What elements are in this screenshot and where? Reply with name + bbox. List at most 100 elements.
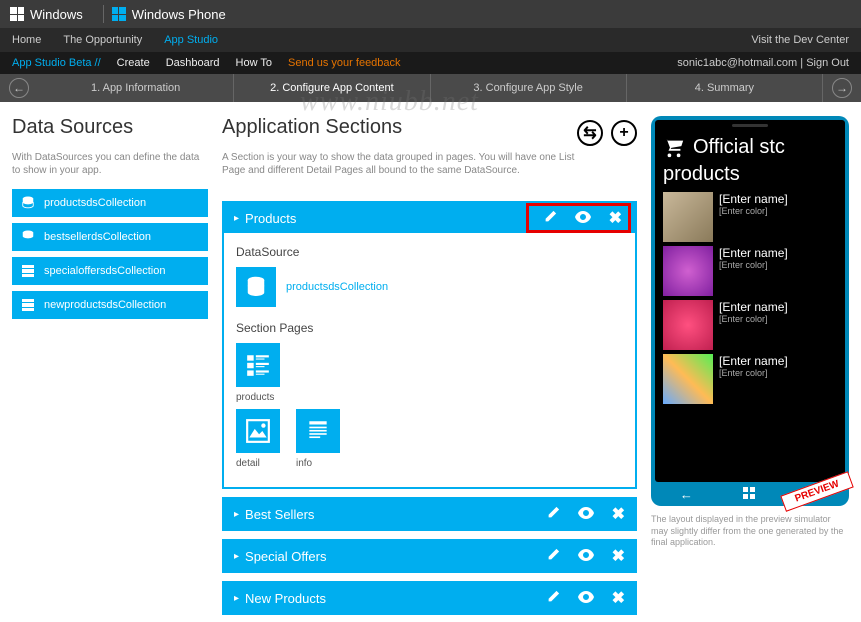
delete-button[interactable]: ✖ xyxy=(612,588,625,608)
section-pages-label: Section Pages xyxy=(236,321,623,335)
list-icon xyxy=(20,263,36,279)
chevron-right-icon: ▸ xyxy=(234,509,239,520)
nav-feedback[interactable]: Send us your feedback xyxy=(288,57,401,69)
step-3[interactable]: 3. Configure App Style xyxy=(431,74,627,102)
wizard-steps: ← 1. App Information 2. Configure App Co… xyxy=(0,74,861,102)
database-icon xyxy=(20,229,36,245)
windows-phone-logo-icon xyxy=(112,7,126,21)
database-icon xyxy=(20,195,36,211)
page-tile-detail[interactable]: detail xyxy=(236,409,280,469)
section-bestsellers-header[interactable]: ▸ Best Sellers ✖ xyxy=(224,499,635,529)
main-content: Data Sources With DataSources you can de… xyxy=(0,102,861,622)
step-4[interactable]: 4. Summary xyxy=(627,74,823,102)
product-name: [Enter name] xyxy=(719,246,788,260)
product-list-item[interactable]: [Enter name][Enter color] xyxy=(663,246,837,296)
visit-dev-center-link[interactable]: Visit the Dev Center xyxy=(751,34,849,46)
section-bestsellers: ▸ Best Sellers ✖ xyxy=(222,497,637,531)
datasource-label: productsdsCollection xyxy=(44,197,146,209)
user-email: sonic1abc@hotmail.com xyxy=(677,57,797,69)
nav-opportunity[interactable]: The Opportunity xyxy=(63,34,142,46)
section-products-header[interactable]: ▸Products ✖ xyxy=(224,203,635,233)
phone-screen: Official stc products [Enter name][Enter… xyxy=(655,120,845,482)
datasource-item-newproducts[interactable]: newproductsdsCollection xyxy=(12,291,208,319)
nav-home[interactable]: Home xyxy=(12,34,41,46)
datasource-item-specialoffers[interactable]: specialoffersdsCollection xyxy=(12,257,208,285)
windows-phone-link[interactable]: Windows Phone xyxy=(112,7,226,22)
edit-button[interactable] xyxy=(546,590,560,607)
back-icon[interactable]: ← xyxy=(680,487,693,502)
datasource-label: newproductsdsCollection xyxy=(44,299,166,311)
datasource-reference[interactable]: productsdsCollection xyxy=(236,267,623,307)
product-list-item[interactable]: [Enter name][Enter color] xyxy=(663,300,837,350)
nav-dashboard[interactable]: Dashboard xyxy=(166,57,220,69)
section-newproducts: ▸ New Products ✖ xyxy=(222,581,637,615)
nav-app-studio[interactable]: App Studio xyxy=(164,34,218,46)
section-label: New Products xyxy=(245,591,326,606)
data-sources-desc: With DataSources you can define the data… xyxy=(12,151,208,177)
product-color: [Enter color] xyxy=(719,260,788,270)
section-specialoffers-header[interactable]: ▸Special Offers ✖ xyxy=(224,541,635,571)
product-list-item[interactable]: [Enter name][Enter color] xyxy=(663,192,837,242)
delete-button[interactable]: ✖ xyxy=(612,504,625,524)
section-specialoffers: ▸Special Offers ✖ xyxy=(222,539,637,573)
page-tile-label: products xyxy=(236,392,274,403)
arrow-left-icon: ← xyxy=(9,78,29,98)
page-tile-label: info xyxy=(296,458,312,469)
section-label: Special Offers xyxy=(245,549,326,564)
step-1[interactable]: 1. App Information xyxy=(38,74,234,102)
data-sources-title: Data Sources xyxy=(12,116,208,139)
sections-title: Application Sections xyxy=(222,116,577,139)
datasource-item-products[interactable]: productsdsCollection xyxy=(12,189,208,217)
delete-button[interactable]: ✖ xyxy=(609,208,622,228)
edit-button[interactable] xyxy=(546,506,560,523)
text-page-icon xyxy=(296,409,340,453)
sign-out-link[interactable]: Sign Out xyxy=(806,57,849,69)
windows-phone-label: Windows Phone xyxy=(132,7,226,22)
sub-nav: App Studio Beta // Create Dashboard How … xyxy=(0,52,861,74)
app-subtitle: products xyxy=(663,163,837,186)
delete-button[interactable]: ✖ xyxy=(612,546,625,566)
edit-button[interactable] xyxy=(543,210,557,227)
preview-button[interactable] xyxy=(578,591,594,606)
section-newproducts-header[interactable]: ▸ New Products ✖ xyxy=(224,583,635,613)
datasource-label: specialoffersdsCollection xyxy=(44,265,165,277)
product-name: [Enter name] xyxy=(719,300,788,314)
product-color: [Enter color] xyxy=(719,206,788,216)
preview-note: The layout displayed in the preview simu… xyxy=(651,514,849,549)
preview-button[interactable] xyxy=(578,549,594,564)
phone-speaker xyxy=(732,124,768,127)
product-thumb xyxy=(663,246,713,296)
datasource-item-bestseller[interactable]: bestsellerdsCollection xyxy=(12,223,208,251)
section-products-label: Products xyxy=(245,211,296,226)
next-step-button[interactable]: → xyxy=(823,74,861,102)
product-name: [Enter name] xyxy=(719,192,788,206)
edit-button[interactable] xyxy=(546,548,560,565)
add-section-button[interactable]: + xyxy=(611,120,637,146)
chevron-right-icon: ▸ xyxy=(234,593,239,604)
windows-link[interactable]: Windows xyxy=(10,7,83,22)
cart-icon xyxy=(663,137,685,159)
windows-logo-icon xyxy=(10,7,24,21)
home-icon[interactable] xyxy=(742,486,756,503)
section-label: Best Sellers xyxy=(245,507,314,522)
page-tile-label: detail xyxy=(236,458,260,469)
section-controls-highlight: ✖ xyxy=(526,203,631,233)
sections-panel: Application Sections A Section is your w… xyxy=(222,116,637,612)
nav-create[interactable]: Create xyxy=(117,57,150,69)
nav-howto[interactable]: How To xyxy=(236,57,272,69)
page-tile-products[interactable]: products xyxy=(236,343,280,403)
brand-label: App Studio Beta // xyxy=(12,57,101,69)
product-list-item[interactable]: [Enter name][Enter color] xyxy=(663,354,837,404)
list-page-icon xyxy=(236,343,280,387)
page-tile-info[interactable]: info xyxy=(296,409,340,469)
product-thumb xyxy=(663,192,713,242)
windows-label: Windows xyxy=(30,7,83,22)
refresh-button[interactable]: ⇆ xyxy=(577,120,603,146)
product-thumb xyxy=(663,300,713,350)
preview-button[interactable] xyxy=(575,211,591,226)
step-2[interactable]: 2. Configure App Content xyxy=(234,74,430,102)
datasource-label: DataSource xyxy=(236,245,623,259)
prev-step-button[interactable]: ← xyxy=(0,74,38,102)
section-products-body: DataSource productsdsCollection Section … xyxy=(224,233,635,487)
preview-button[interactable] xyxy=(578,507,594,522)
